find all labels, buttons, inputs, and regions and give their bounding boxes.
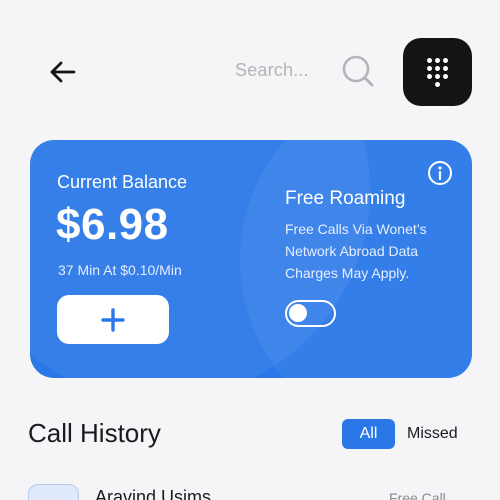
- roaming-description: Free Calls Via Wonet’s Network Abroad Da…: [285, 221, 427, 281]
- info-icon[interactable]: [427, 160, 453, 186]
- filter-all-button[interactable]: All: [342, 419, 395, 449]
- list-item[interactable]: Aravind Usims Free Call: [0, 478, 500, 500]
- dialpad-icon: [427, 57, 448, 87]
- dialpad-button[interactable]: [403, 38, 472, 106]
- avatar: [28, 484, 79, 500]
- search-icon: [342, 55, 374, 87]
- balance-rate: 37 Min At $0.10/Min: [58, 262, 182, 278]
- plus-icon: [101, 307, 125, 332]
- balance-amount: $6.98: [56, 200, 169, 249]
- balance-card: Current Balance $6.98 37 Min At $0.10/Mi…: [30, 140, 472, 378]
- top-bar: Search...: [0, 0, 500, 140]
- add-balance-button[interactable]: [57, 295, 169, 344]
- balance-label: Current Balance: [57, 172, 188, 192]
- roaming-title: Free Roaming: [285, 188, 406, 209]
- call-type-label: Free Call: [389, 490, 446, 500]
- contact-name: Aravind Usims: [95, 487, 212, 500]
- filter-missed-button[interactable]: Missed: [407, 425, 458, 443]
- search-button[interactable]: [338, 51, 378, 91]
- roaming-toggle[interactable]: [285, 300, 336, 327]
- back-button[interactable]: [42, 52, 82, 92]
- arrow-left-icon: [50, 61, 76, 83]
- search-input[interactable]: Search...: [235, 60, 309, 81]
- toggle-knob: [289, 304, 307, 322]
- call-history-title: Call History: [28, 418, 161, 448]
